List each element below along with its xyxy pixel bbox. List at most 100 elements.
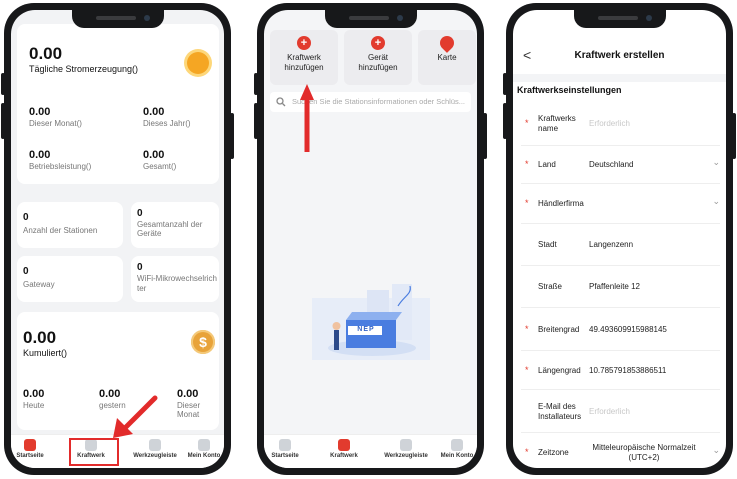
page-title: Kraftwerk erstellen: [574, 50, 665, 61]
daily-generation-value: 0.00: [29, 44, 63, 63]
form-row[interactable]: * Zeitzone Mitteleuropäische Normalzeit (U…: [521, 433, 720, 468]
add-device-label: Gerät hinzufügen: [358, 53, 398, 72]
tab-home-label: Startseite: [271, 453, 299, 459]
required-icon: *: [525, 198, 529, 208]
tools-icon: [149, 439, 161, 451]
tab-account[interactable]: Mein Konto: [432, 439, 477, 459]
form-row[interactable]: Stadt Langenzenn: [521, 224, 720, 266]
plus-icon: +: [371, 36, 385, 50]
plus-icon: +: [297, 36, 311, 50]
wifi-value: 0: [137, 262, 143, 273]
field-value: 49.493609915988145: [589, 324, 667, 334]
plant-icon: [338, 439, 350, 451]
stations-label: Anzahl der Stationen: [23, 226, 98, 235]
today-value: 0.00: [23, 388, 45, 400]
tab-tools-label: Werkzeugleiste: [384, 453, 428, 459]
cumulative-value: 0.00: [23, 328, 57, 347]
today-label: Heute: [23, 401, 45, 410]
phone-frame-plant: + Kraftwerk hinzufügen + Gerät hinzufüge…: [254, 3, 487, 475]
field-label: Straße: [538, 282, 563, 291]
gateway-card[interactable]: 0 Gateway: [17, 256, 123, 302]
field-label: Zeitzone: [538, 448, 569, 457]
devices-value: 0: [137, 208, 143, 219]
field-label: Breitengrad: [538, 324, 580, 334]
stations-value: 0: [23, 212, 29, 223]
create-plant-screen: < Kraftwerk erstellen Kraftwerkseinstell…: [513, 10, 726, 468]
daily-generation-label: Tägliche Stromerzeugung(): [29, 64, 139, 74]
generation-card: 0.00 Tägliche Stromerzeugung() 0.00 Dies…: [17, 24, 219, 184]
form-row[interactable]: * Kraftwerks name Erforderlich: [521, 102, 720, 146]
required-icon: *: [525, 364, 529, 375]
home-screen: 0.00 Tägliche Stromerzeugung() 0.00 Dies…: [11, 10, 224, 468]
section-title: Kraftwerkseinstellungen: [517, 85, 622, 95]
add-plant-label: Kraftwerk hinzufügen: [284, 53, 324, 72]
phone-frame-home: 0.00 Tägliche Stromerzeugung() 0.00 Dies…: [1, 3, 234, 475]
total-label: Gesamt(): [143, 162, 177, 171]
form-row[interactable]: Straße Pfaffenleite 12: [521, 266, 720, 308]
stations-card[interactable]: 0 Anzahl der Stationen: [17, 202, 123, 248]
field-label: Händlerfirma: [538, 199, 584, 208]
devices-label: Gesamtanzahl der Geräte: [137, 220, 203, 238]
this-month-label: Dieser Monat: [177, 401, 201, 419]
form-row[interactable]: * Händlerfirma ⌄: [521, 184, 720, 224]
field-label: Stadt: [538, 240, 557, 249]
tab-account-label: Mein Konto: [440, 453, 474, 459]
field-value: Pfaffenleite 12: [589, 282, 641, 291]
field-label: E-Mail des Installateurs: [538, 401, 582, 421]
map-button[interactable]: Karte: [418, 30, 476, 85]
total-value: 0.00: [143, 149, 165, 161]
tab-tools[interactable]: Werkzeugleiste: [376, 439, 436, 459]
cumulative-label: Kumuliert(): [23, 348, 68, 358]
form-row[interactable]: * Land Deutschland ⌄: [521, 146, 720, 184]
home-icon: [279, 439, 291, 451]
tab-bar: Startseite Kraftwerk Werkzeugleiste Mein…: [264, 434, 477, 468]
notch: [573, 10, 666, 28]
form-row[interactable]: * Breitengrad 49.493609915988145: [521, 308, 720, 351]
phone-frame-create: < Kraftwerk erstellen Kraftwerkseinstell…: [503, 3, 736, 475]
coin-icon: $: [191, 330, 215, 354]
red-arrow-icon: [113, 395, 158, 438]
form-row[interactable]: * Längengrad 10.785791853886511: [521, 351, 720, 390]
map-pin-icon: [437, 33, 457, 53]
search-icon: [276, 97, 286, 107]
field-label: Längengrad: [538, 365, 581, 375]
power-label: Betriebsleistung(): [29, 162, 92, 171]
required-icon: *: [525, 159, 529, 169]
tab-account[interactable]: Mein Konto: [179, 439, 224, 459]
tab-account-label: Mein Konto: [187, 453, 221, 459]
add-plant-button[interactable]: + Kraftwerk hinzufügen: [270, 30, 338, 85]
field-value: Deutschland: [589, 160, 634, 169]
map-label: Karte: [437, 53, 457, 62]
tab-plant[interactable]: Kraftwerk: [319, 439, 369, 459]
tab-home-label: Startseite: [16, 453, 44, 459]
form-row[interactable]: E-Mail des Installateurs Erforderlich: [521, 390, 720, 433]
gateway-value: 0: [23, 266, 29, 277]
devices-card[interactable]: 0 Gesamtanzahl der Geräte: [131, 202, 219, 248]
field-value: 10.785791853886511: [589, 365, 667, 375]
field-value: Erforderlich: [589, 119, 630, 128]
chevron-down-icon: ⌄: [712, 157, 720, 167]
notch: [324, 10, 417, 28]
tab-home[interactable]: Startseite: [264, 439, 310, 459]
power-value: 0.00: [29, 149, 51, 161]
plant-screen: + Kraftwerk hinzufügen + Gerät hinzufüge…: [264, 10, 477, 468]
year-label: Dieses Jahr(): [143, 119, 191, 128]
year-value: 0.00: [143, 106, 165, 118]
tools-icon: [400, 439, 412, 451]
sun-icon: [187, 52, 209, 74]
highlight-box: [69, 438, 119, 466]
tab-home[interactable]: Startseite: [11, 439, 55, 459]
wifi-label: WiFi-Mikrowechselrichter: [137, 274, 218, 293]
required-icon: *: [525, 323, 529, 334]
add-device-button[interactable]: + Gerät hinzufügen: [344, 30, 412, 85]
person-icon: [451, 439, 463, 451]
wifi-card[interactable]: 0 WiFi-Mikrowechselrichter: [131, 256, 219, 302]
field-label: Kraftwerks name: [538, 114, 576, 133]
person-icon: [198, 439, 210, 451]
field-value: Mitteleuropäische Normalzeit (UTC+2): [592, 443, 696, 462]
chevron-down-icon: ⌄: [712, 196, 720, 206]
tab-tools[interactable]: Werkzeugleiste: [125, 439, 185, 459]
month-label: Dieser Monat(): [29, 119, 82, 128]
field-value: Erforderlich: [589, 406, 630, 416]
required-icon: *: [525, 118, 529, 128]
